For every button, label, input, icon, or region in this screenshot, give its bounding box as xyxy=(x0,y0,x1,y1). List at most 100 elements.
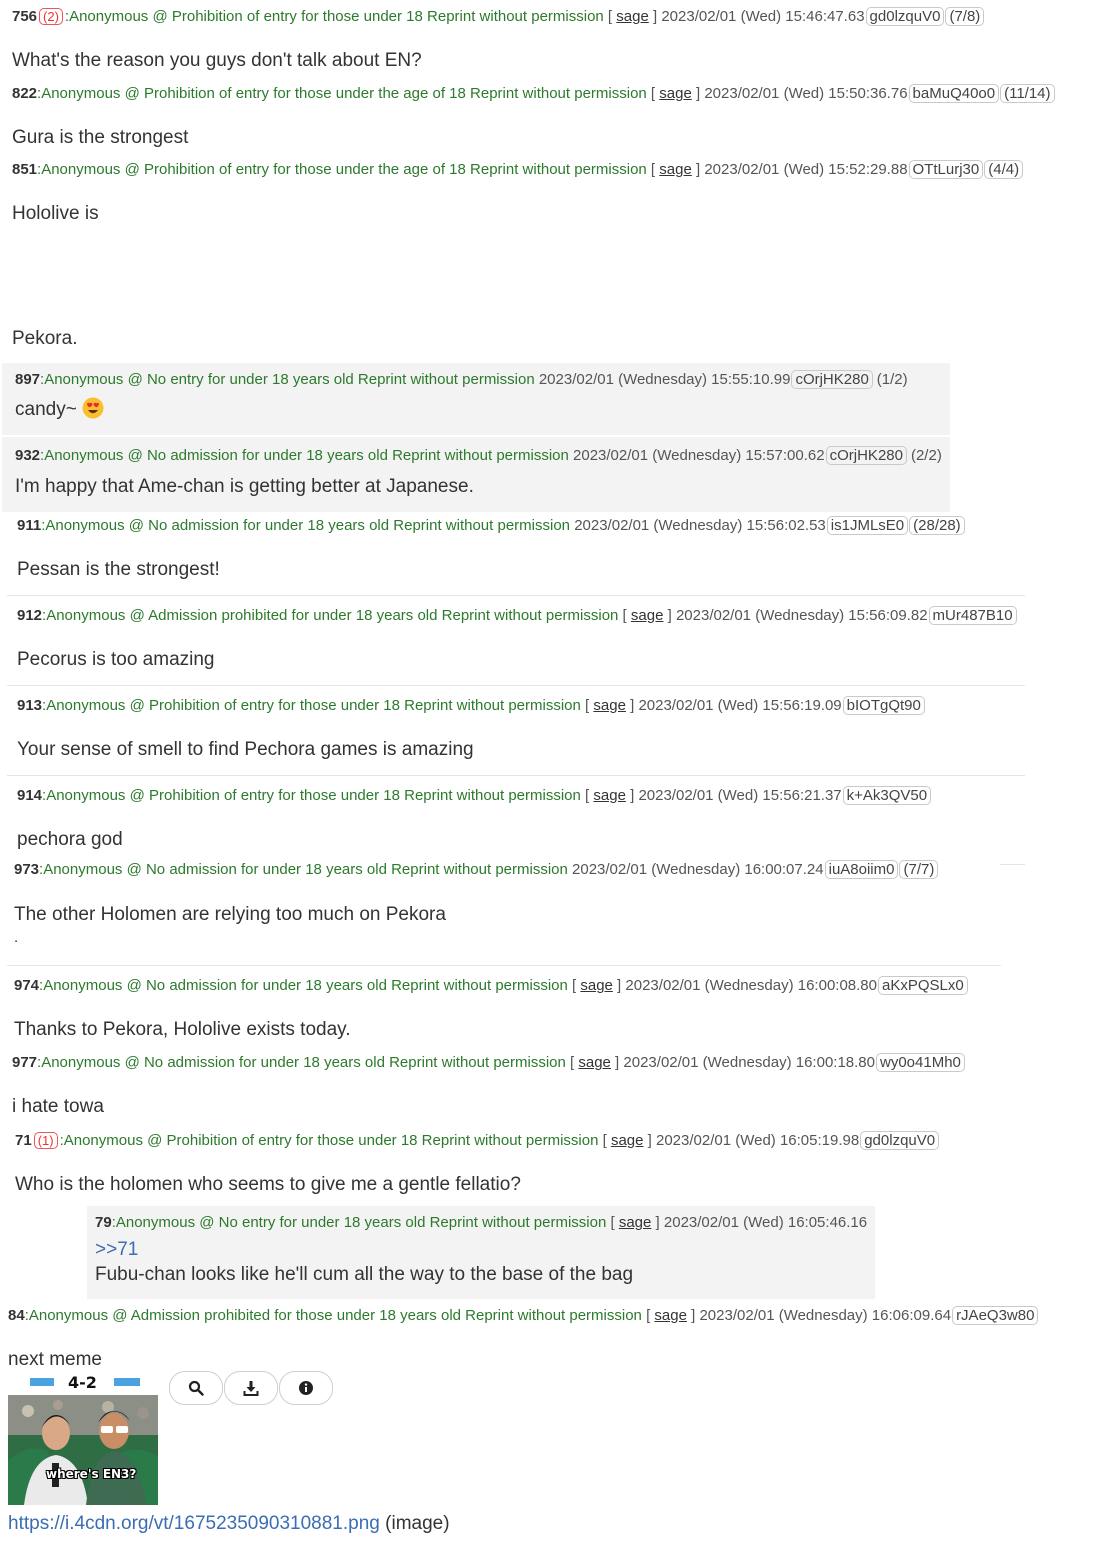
post-date: 2023/02/01 (Wednesday) 16:00:08.80 xyxy=(625,977,877,994)
poster-id[interactable]: bIOTgQt90 xyxy=(842,696,925,715)
poster-id[interactable]: rJAeQ3w80 xyxy=(952,1306,1039,1325)
image-url-link[interactable]: https://i.4cdn.org/vt/1675235090310881.p… xyxy=(8,1513,380,1534)
post-header: 756 (2):Anonymous @ Prohibition of entry … xyxy=(12,7,985,27)
post-number[interactable]: 79 xyxy=(95,1214,112,1231)
post-number[interactable]: 977 xyxy=(12,1054,37,1071)
poster-id[interactable]: OTtLurj30 xyxy=(908,160,984,179)
image-url-suffix: (image) xyxy=(385,1513,450,1534)
poster-id[interactable]: mUr487B10 xyxy=(928,606,1017,625)
post-date: 2023/02/01 (Wed) 15:46:47.63 xyxy=(661,8,865,25)
post-number[interactable]: 974 xyxy=(14,977,39,994)
post-header: 974:Anonymous @ No admission for under 1… xyxy=(14,976,968,996)
post-body: candy~ xyxy=(15,397,104,423)
poster-name: :Anonymous @ No entry for under 18 years… xyxy=(111,1214,607,1231)
download-icon xyxy=(243,1381,259,1396)
poster-id[interactable]: iuA8oiim0 xyxy=(824,860,899,879)
poster-id[interactable]: cOrjHK280 xyxy=(825,446,907,465)
post-body: Gura is the strongest xyxy=(12,127,189,148)
poster-name: :Anonymous @ Admission prohibited for un… xyxy=(42,607,619,624)
reply-count-badge[interactable]: (1) xyxy=(33,1132,58,1149)
id-post-count[interactable]: (4/4) xyxy=(984,160,1024,179)
poster-id[interactable]: is1JMLsE0 xyxy=(826,516,909,535)
sage-link[interactable]: sage xyxy=(593,697,626,714)
post-header: 913:Anonymous @ Prohibition of entry for… xyxy=(17,696,925,716)
sage-link[interactable]: sage xyxy=(659,161,692,178)
post-number[interactable]: 897 xyxy=(15,371,40,388)
poster-id[interactable]: gd0lzquV0 xyxy=(865,7,945,26)
id-post-count[interactable]: (7/7) xyxy=(899,860,939,879)
post-body: pechora god xyxy=(17,829,123,850)
post-header: 851:Anonymous @ Prohibition of entry for… xyxy=(12,160,1024,180)
image-thumbnail[interactable]: 4-2 where's EN3? xyxy=(8,1371,158,1505)
image-info-button[interactable] xyxy=(279,1371,333,1405)
poster-name: :Anonymous @ No admission for under 18 y… xyxy=(41,517,571,534)
post-header: 911:Anonymous @ No admission for under 1… xyxy=(17,516,965,536)
post-number[interactable]: 851 xyxy=(12,161,37,178)
poster-id[interactable]: gd0lzquV0 xyxy=(860,1131,940,1150)
post-body: Your sense of smell to find Pechora game… xyxy=(17,739,474,760)
divider xyxy=(1000,864,1025,865)
poster-name: :Anonymous @ No admission for under 18 y… xyxy=(39,861,568,878)
post-number[interactable]: 71 xyxy=(15,1132,32,1149)
post-body: I'm happy that Ame-chan is getting bette… xyxy=(15,476,474,497)
poster-id[interactable]: k+Ak3QV50 xyxy=(842,786,932,805)
post-header: 973:Anonymous @ No admission for under 1… xyxy=(14,860,939,880)
post-number[interactable]: 913 xyxy=(17,697,42,714)
post-date: 2023/02/01 (Wed) 15:56:19.09 xyxy=(638,697,842,714)
post-number[interactable]: 912 xyxy=(17,607,42,624)
post-number[interactable]: 822 xyxy=(12,85,37,102)
post-body: Hololive is xyxy=(12,203,99,224)
sage-link[interactable]: sage xyxy=(654,1307,687,1324)
id-post-count[interactable]: (1/2) xyxy=(877,371,908,388)
post-body: The other Holomen are relying too much o… xyxy=(14,904,446,925)
poster-name: :Anonymous @ No admission for under 18 y… xyxy=(40,447,569,464)
post-body: i hate towa xyxy=(12,1096,104,1117)
post-number[interactable]: 914 xyxy=(17,787,42,804)
image-score-text: 4-2 xyxy=(68,1373,97,1392)
post-date: 2023/02/01 (Wednesday) 16:00:07.24 xyxy=(572,861,824,878)
post-number[interactable]: 911 xyxy=(17,517,41,534)
id-post-count[interactable]: (11/14) xyxy=(1000,84,1055,103)
poster-id[interactable]: cOrjHK280 xyxy=(791,370,873,389)
post-header: 71 (1):Anonymous @ Prohibition of entry f… xyxy=(15,1131,940,1151)
id-post-count[interactable]: (28/28) xyxy=(909,516,965,535)
post-text: candy~ xyxy=(15,399,77,420)
post-number[interactable]: 756 xyxy=(12,8,37,25)
divider xyxy=(7,965,1001,966)
post-body: Who is the holomen who seems to give me … xyxy=(15,1174,521,1195)
post-number[interactable]: 932 xyxy=(15,447,40,464)
id-post-count[interactable]: (2/2) xyxy=(911,447,942,464)
poster-name: :Anonymous @ No admission for under 18 y… xyxy=(39,977,568,994)
sage-link[interactable]: sage xyxy=(659,85,692,102)
post-number[interactable]: 973 xyxy=(14,861,39,878)
reply-count-badge[interactable]: (2) xyxy=(39,8,63,25)
sage-link[interactable]: sage xyxy=(611,1132,644,1149)
post-header: 79:Anonymous @ No entry for under 18 yea… xyxy=(95,1214,868,1231)
poster-id[interactable]: baMuQ40o0 xyxy=(908,84,1000,103)
sage-link[interactable]: sage xyxy=(619,1214,652,1231)
image-search-button[interactable] xyxy=(169,1371,223,1405)
sage-link[interactable]: sage xyxy=(578,1054,611,1071)
post-body: Thanks to Pekora, Hololive exists today. xyxy=(14,1019,351,1040)
post-header: 912:Anonymous @ Admission prohibited for… xyxy=(17,606,1017,626)
sage-link[interactable]: sage xyxy=(616,8,649,25)
post-number[interactable]: 84 xyxy=(8,1307,25,1324)
post-date: 2023/02/01 (Wednesday) 15:56:09.82 xyxy=(675,607,928,624)
quote-link[interactable]: >>71 xyxy=(95,1237,138,1263)
poster-name: :Anonymous @ Prohibition of entry for th… xyxy=(42,697,581,714)
post-body: Pessan is the strongest! xyxy=(17,559,220,580)
id-post-count[interactable]: (7/8) xyxy=(945,7,985,26)
image-download-button[interactable] xyxy=(224,1371,278,1405)
post-body: Pecorus is too amazing xyxy=(17,649,215,670)
poster-id[interactable]: wy0o41Mh0 xyxy=(876,1053,965,1072)
post-date: 2023/02/01 (Wednesday) 16:00:18.80 xyxy=(623,1054,875,1071)
poster-name: :Anonymous @ No entry for under 18 years… xyxy=(40,371,535,388)
heart-eyes-emoji-icon xyxy=(82,397,104,419)
post-body-continued: Pekora. xyxy=(12,328,78,349)
sage-link[interactable]: sage xyxy=(593,787,626,804)
poster-name: :Anonymous @ Prohibition of entry for th… xyxy=(64,8,604,25)
post-date: 2023/02/01 (Wed) 16:05:46.16 xyxy=(663,1214,868,1231)
poster-id[interactable]: aKxPQSLx0 xyxy=(878,976,968,995)
sage-link[interactable]: sage xyxy=(631,607,664,624)
sage-link[interactable]: sage xyxy=(580,977,613,994)
